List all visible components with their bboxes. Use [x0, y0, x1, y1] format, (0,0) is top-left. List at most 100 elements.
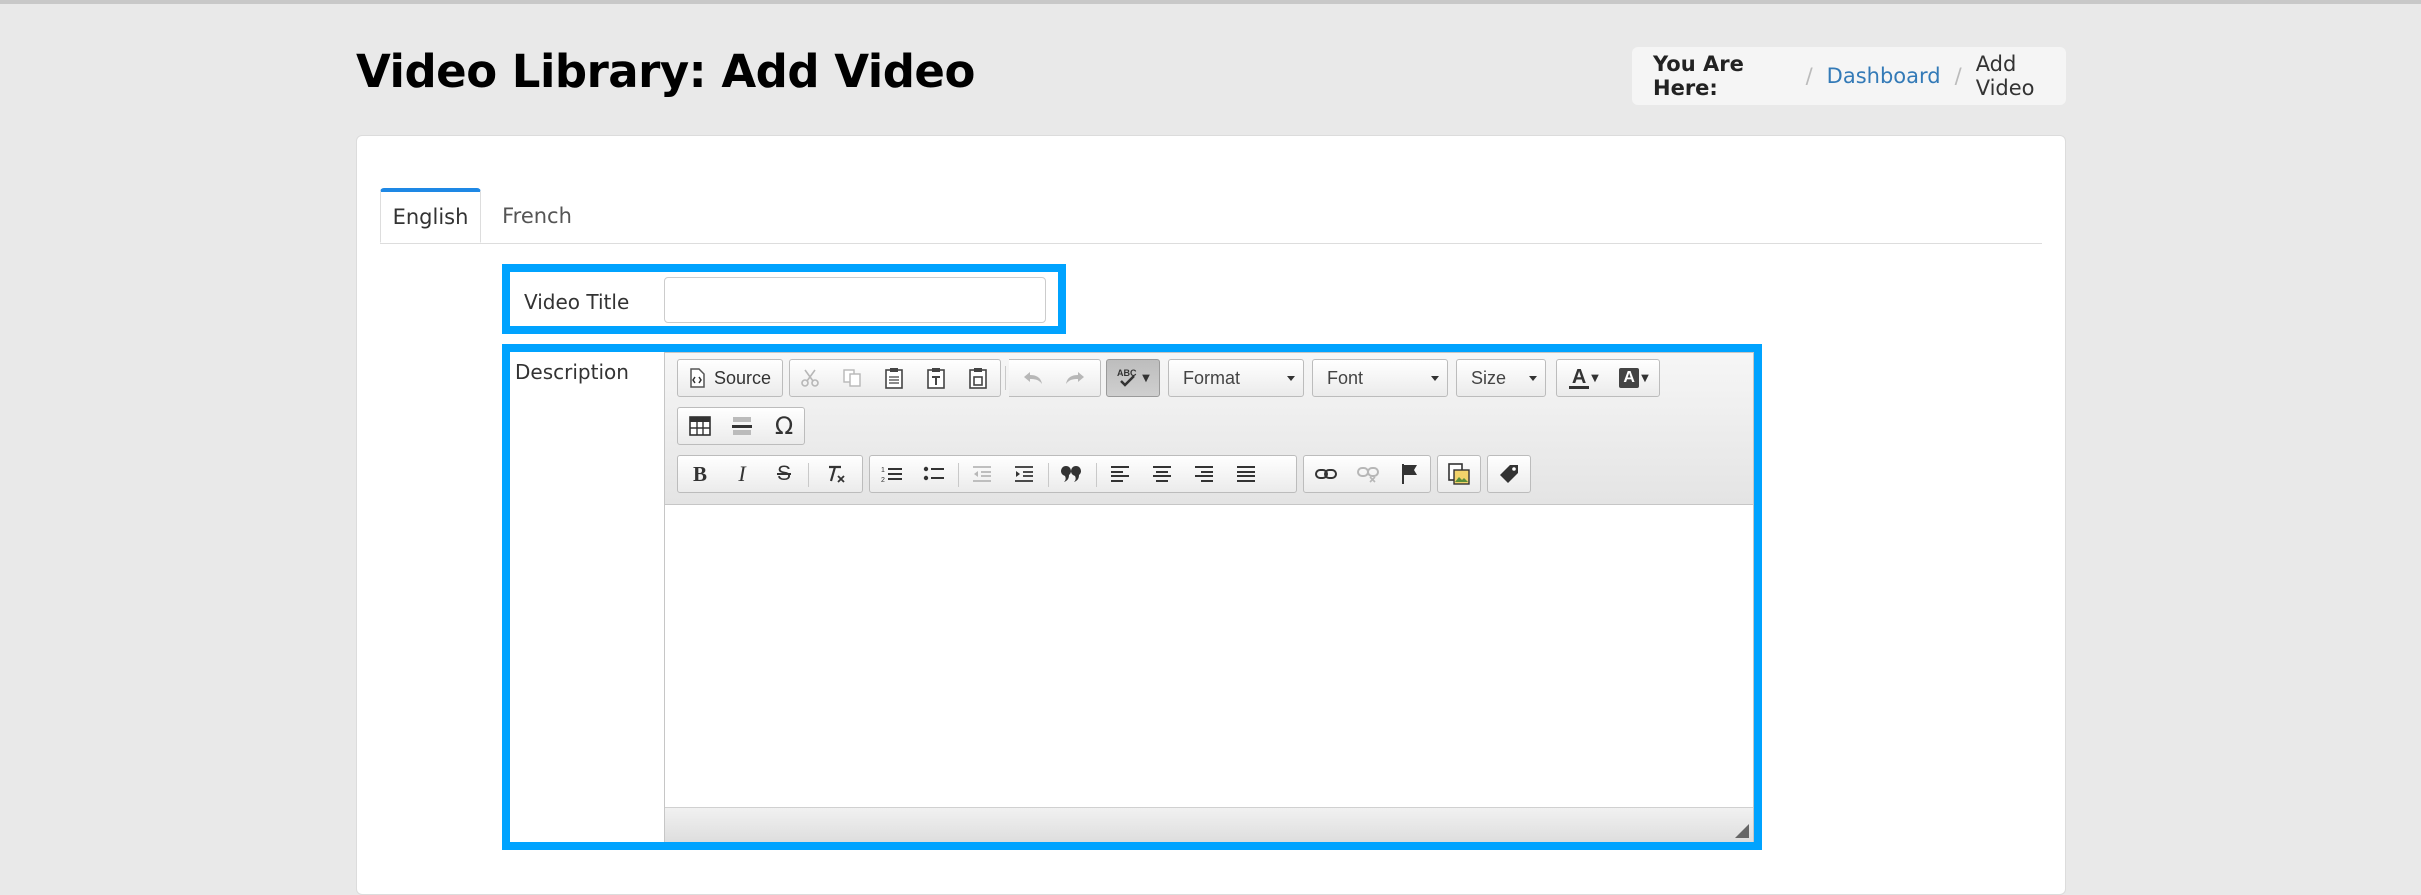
bulleted-list-icon: [923, 464, 945, 484]
redo-icon: [1064, 370, 1086, 386]
video-title-label: Video Title: [524, 290, 630, 314]
size-chevron-down-icon: [1529, 376, 1537, 381]
format-select[interactable]: Format: [1168, 359, 1304, 397]
unlink-icon: [1357, 465, 1379, 483]
spellcheck-button[interactable]: ABC ▼: [1110, 363, 1156, 393]
justify-icon: [1235, 464, 1257, 484]
language-tabs: English French: [380, 188, 2042, 244]
tag-icon: [1499, 464, 1519, 484]
bold-icon: B: [692, 461, 707, 486]
align-right-button[interactable]: [1186, 459, 1222, 489]
spellcheck-caret-icon: ▼: [1142, 372, 1150, 384]
breadcrumb-separator: /: [1805, 64, 1813, 88]
undo-button[interactable]: [1015, 363, 1051, 393]
tag-button[interactable]: [1491, 459, 1527, 489]
insert-group: Ω: [677, 407, 805, 445]
redo-button[interactable]: [1057, 363, 1093, 393]
table-button[interactable]: [682, 411, 718, 441]
page-title: Video Library: Add Video: [356, 45, 975, 98]
size-label: Size: [1471, 367, 1507, 388]
horizontal-rule-icon: [731, 416, 753, 436]
bulleted-list-button[interactable]: [916, 459, 952, 489]
justify-button[interactable]: [1228, 459, 1264, 489]
breadcrumb-separator: /: [1954, 64, 1962, 88]
paste-button[interactable]: [876, 363, 912, 393]
editor-status-bar: [665, 807, 1753, 842]
outdent-button[interactable]: [964, 459, 1000, 489]
links-group: [1303, 455, 1431, 493]
align-center-button[interactable]: [1144, 459, 1180, 489]
indent-icon: [1013, 464, 1035, 484]
breadcrumb-current: Add Video: [1975, 52, 2035, 100]
numbered-list-icon: 12: [881, 464, 903, 484]
italic-icon: I: [738, 461, 746, 486]
undo-group: [1009, 359, 1101, 397]
bold-button[interactable]: B: [682, 459, 718, 489]
paste-text-button[interactable]: [918, 363, 954, 393]
paste-word-button[interactable]: [960, 363, 996, 393]
bg-color-glyph: A: [1623, 369, 1635, 386]
description-label: Description: [515, 360, 629, 384]
breadcrumb: You Are Here: / Dashboard / Add Video: [1632, 47, 2066, 105]
indent-button[interactable]: [1006, 459, 1042, 489]
bg-color-icon: A: [1619, 368, 1640, 388]
source-icon: [688, 368, 706, 388]
video-title-input[interactable]: [664, 277, 1046, 323]
toolbar-separator: [1005, 366, 1006, 390]
link-icon: [1315, 467, 1337, 481]
editor-toolbar: Source ABC ▼ Format Font Size A ▼ A ▼ Ω …: [665, 353, 1753, 505]
italic-button[interactable]: I: [724, 459, 760, 489]
unlink-button[interactable]: [1350, 459, 1386, 489]
align-left-button[interactable]: [1102, 459, 1138, 489]
align-center-icon: [1151, 464, 1173, 484]
source-label: Source: [714, 367, 772, 388]
font-label: Font: [1327, 367, 1364, 388]
rich-text-editor: Source ABC ▼ Format Font Size A ▼ A ▼ Ω …: [664, 352, 1754, 842]
cut-icon: [800, 368, 820, 388]
source-button[interactable]: Source: [680, 363, 780, 393]
link-button[interactable]: [1308, 459, 1344, 489]
copy-button[interactable]: [834, 363, 870, 393]
font-select[interactable]: Font: [1312, 359, 1448, 397]
image-icon: [1448, 463, 1470, 485]
bg-color-button[interactable]: A ▼: [1611, 363, 1657, 393]
remove-format-icon: [825, 464, 847, 484]
resize-handle-icon[interactable]: [1735, 824, 1749, 838]
image-button[interactable]: [1441, 459, 1477, 489]
toolbar-separator: [808, 463, 809, 487]
tab-french[interactable]: French: [492, 188, 582, 243]
paragraph-group: 12: [869, 455, 1297, 493]
font-chevron-down-icon: [1431, 376, 1439, 381]
blockquote-icon: [1061, 465, 1083, 483]
align-left-icon: [1109, 464, 1131, 484]
remove-format-button[interactable]: [818, 459, 854, 489]
text-color-caret-icon: ▼: [1591, 372, 1599, 384]
strike-button[interactable]: S: [766, 459, 802, 489]
outdent-icon: [971, 464, 993, 484]
breadcrumb-link-dashboard[interactable]: Dashboard: [1827, 64, 1941, 88]
size-select[interactable]: Size: [1456, 359, 1546, 397]
numbered-list-button[interactable]: 12: [874, 459, 910, 489]
breadcrumb-lead: You Are Here:: [1653, 52, 1744, 100]
source-group: Source: [677, 359, 783, 397]
spellcheck-group: ABC ▼: [1106, 359, 1160, 397]
toolbar-separator: [958, 463, 959, 487]
format-label: Format: [1183, 367, 1241, 388]
image-group: [1437, 455, 1481, 493]
toolbar-separator: [1096, 463, 1097, 487]
tab-english[interactable]: English: [380, 188, 481, 243]
svg-text:2: 2: [881, 477, 885, 484]
blockquote-button[interactable]: [1054, 459, 1090, 489]
text-color-button[interactable]: A ▼: [1561, 363, 1607, 393]
special-char-button[interactable]: Ω: [766, 411, 802, 441]
editor-content-area[interactable]: [665, 505, 1753, 807]
cut-button[interactable]: [792, 363, 828, 393]
format-chevron-down-icon: [1287, 376, 1295, 381]
copy-icon: [842, 368, 862, 388]
undo-icon: [1022, 370, 1044, 386]
horizontal-rule-button[interactable]: [724, 411, 760, 441]
toolbar-separator: [1048, 463, 1049, 487]
basic-styles-group: B I S: [677, 455, 863, 493]
anchor-button[interactable]: [1392, 459, 1428, 489]
paste-word-icon: [968, 367, 988, 389]
